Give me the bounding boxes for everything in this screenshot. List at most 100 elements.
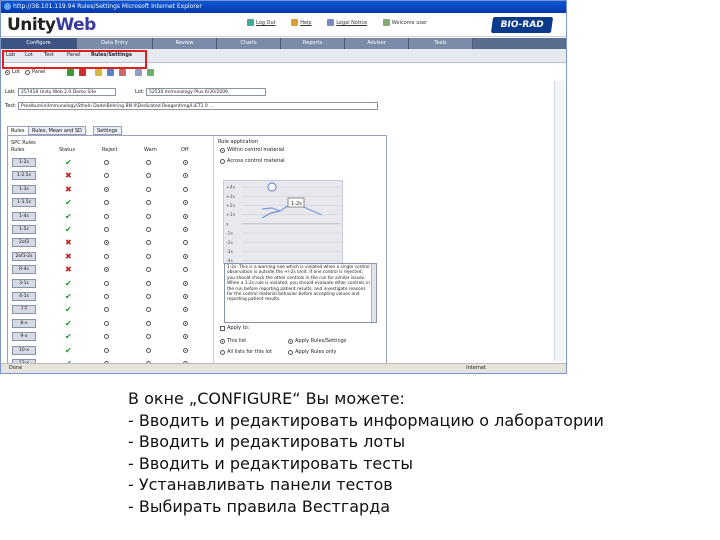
reject-radio[interactable] (104, 334, 109, 340)
off-radio[interactable] (183, 240, 188, 246)
reject-radio[interactable] (104, 160, 109, 165)
warn-radio[interactable] (146, 200, 151, 206)
rule-button[interactable]: 2of3 (12, 238, 36, 248)
off-radio[interactable] (183, 186, 188, 192)
reject-radio[interactable] (104, 173, 109, 179)
logout-link[interactable]: Log Out (247, 19, 276, 26)
subtab-rules[interactable]: Rules (7, 126, 29, 135)
warn-radio[interactable] (146, 347, 151, 353)
apply-rules-only-radio[interactable] (288, 350, 293, 355)
warn-radio[interactable] (146, 334, 151, 340)
warn-radio[interactable] (146, 253, 151, 259)
rule-button[interactable]: 1-5s (12, 225, 36, 234)
reject-radio[interactable] (104, 280, 109, 286)
off-radio[interactable] (183, 267, 188, 273)
rule-button[interactable]: 4-1s (12, 292, 36, 301)
test-select[interactable]: Prealbumin\Immunology\Stheln Dade\Behrin… (18, 102, 378, 110)
cross-icon: ✖ (65, 171, 72, 181)
rule-button[interactable]: 9-x (12, 332, 36, 342)
apply-rules-settings-label: Apply Rules/Settings (295, 338, 347, 344)
page-scrollbar[interactable] (554, 81, 564, 361)
reject-col-header: Reject (102, 147, 118, 153)
apply-this-list-radio[interactable] (220, 339, 225, 344)
warn-radio[interactable] (146, 280, 151, 286)
description-scrollbar[interactable] (371, 264, 376, 322)
off-radio[interactable] (183, 280, 188, 286)
apply-all-lists-radio[interactable] (220, 350, 225, 355)
reject-radio[interactable] (104, 200, 109, 206)
off-radio[interactable] (183, 227, 188, 232)
across-controls-radio[interactable] (220, 159, 225, 164)
off-radio[interactable] (183, 294, 188, 299)
help-link[interactable]: Help (291, 19, 312, 26)
biorad-logo: BIO-RAD (490, 17, 554, 33)
lot-select[interactable]: 52530 Immunology Plus 6/30/2009 (146, 88, 266, 96)
add-icon[interactable] (67, 69, 74, 76)
rule-button[interactable]: 1-2s (12, 158, 36, 167)
warn-radio[interactable] (146, 213, 151, 219)
reject-radio[interactable] (104, 320, 109, 326)
reject-radio[interactable] (104, 227, 109, 232)
apply-to-checkbox[interactable] (220, 326, 225, 331)
tab-tools[interactable]: Tools (409, 38, 473, 49)
view-lot-radio[interactable] (5, 70, 10, 75)
view-panel-label: Panel (32, 69, 46, 75)
print-icon[interactable] (135, 69, 142, 76)
off-radio[interactable] (183, 200, 188, 206)
reject-radio[interactable] (104, 240, 109, 246)
rule-button[interactable]: 1-2.5s (12, 171, 36, 181)
edit-icon[interactable] (95, 69, 102, 76)
tab-review[interactable]: Review (153, 38, 217, 49)
rule-button[interactable]: 1-3.5s (12, 198, 36, 208)
remove-icon[interactable] (119, 69, 126, 76)
rule-button[interactable]: 2of3-2s (12, 251, 36, 261)
warn-radio[interactable] (146, 160, 151, 165)
off-radio[interactable] (183, 347, 188, 353)
rule-button[interactable]: 10-x (12, 345, 36, 355)
warn-radio[interactable] (146, 294, 151, 299)
rule-button[interactable]: R-4s (12, 265, 36, 275)
tab-configure[interactable]: Configure (1, 38, 77, 49)
off-radio[interactable] (183, 213, 188, 219)
warn-radio[interactable] (146, 227, 151, 232)
warn-radio[interactable] (146, 173, 151, 179)
rule-button[interactable]: 8-x (12, 318, 36, 328)
warn-radio[interactable] (146, 307, 151, 313)
reject-radio[interactable] (104, 307, 109, 313)
tab-reports[interactable]: Reports (281, 38, 345, 49)
off-radio[interactable] (183, 307, 188, 313)
subtab-rules-mean-sd[interactable]: Rules, Mean and SD (28, 126, 86, 135)
rule-button[interactable]: 7-T (12, 305, 36, 315)
reject-radio[interactable] (104, 213, 109, 219)
rule-button[interactable]: 1-3s (12, 184, 36, 194)
tab-advisor[interactable]: Advisor (345, 38, 409, 49)
rule-button[interactable]: 1-4s (12, 211, 36, 221)
reject-radio[interactable] (104, 294, 109, 299)
logout-icon (247, 19, 254, 26)
warn-radio[interactable] (146, 320, 151, 326)
off-radio[interactable] (183, 160, 188, 165)
warn-radio[interactable] (146, 267, 151, 273)
legal-link[interactable]: Legal Notice (327, 19, 367, 26)
copy-icon[interactable] (107, 69, 114, 76)
view-panel-radio[interactable] (25, 70, 30, 75)
reject-radio[interactable] (104, 347, 109, 353)
reject-radio[interactable] (104, 253, 109, 259)
reject-radio[interactable] (104, 186, 109, 192)
lab-select[interactable]: 257418 Unity Web 2.0 Demo Site (18, 88, 116, 96)
rule-button[interactable]: 3-1s (12, 278, 36, 288)
warn-radio[interactable] (146, 186, 151, 192)
apply-rules-settings-radio[interactable] (288, 339, 293, 344)
warn-radio[interactable] (146, 240, 151, 246)
off-radio[interactable] (183, 173, 188, 179)
off-radio[interactable] (183, 320, 188, 326)
off-radio[interactable] (183, 253, 188, 259)
tab-charts[interactable]: Charts (217, 38, 281, 49)
export-icon[interactable] (147, 69, 154, 76)
reject-radio[interactable] (104, 267, 109, 273)
delete-icon[interactable] (79, 69, 86, 76)
subtab-settings[interactable]: Settings (93, 126, 122, 135)
within-controls-radio[interactable] (220, 148, 225, 153)
tab-data-entry[interactable]: Data Entry (77, 38, 153, 49)
off-radio[interactable] (183, 334, 188, 340)
